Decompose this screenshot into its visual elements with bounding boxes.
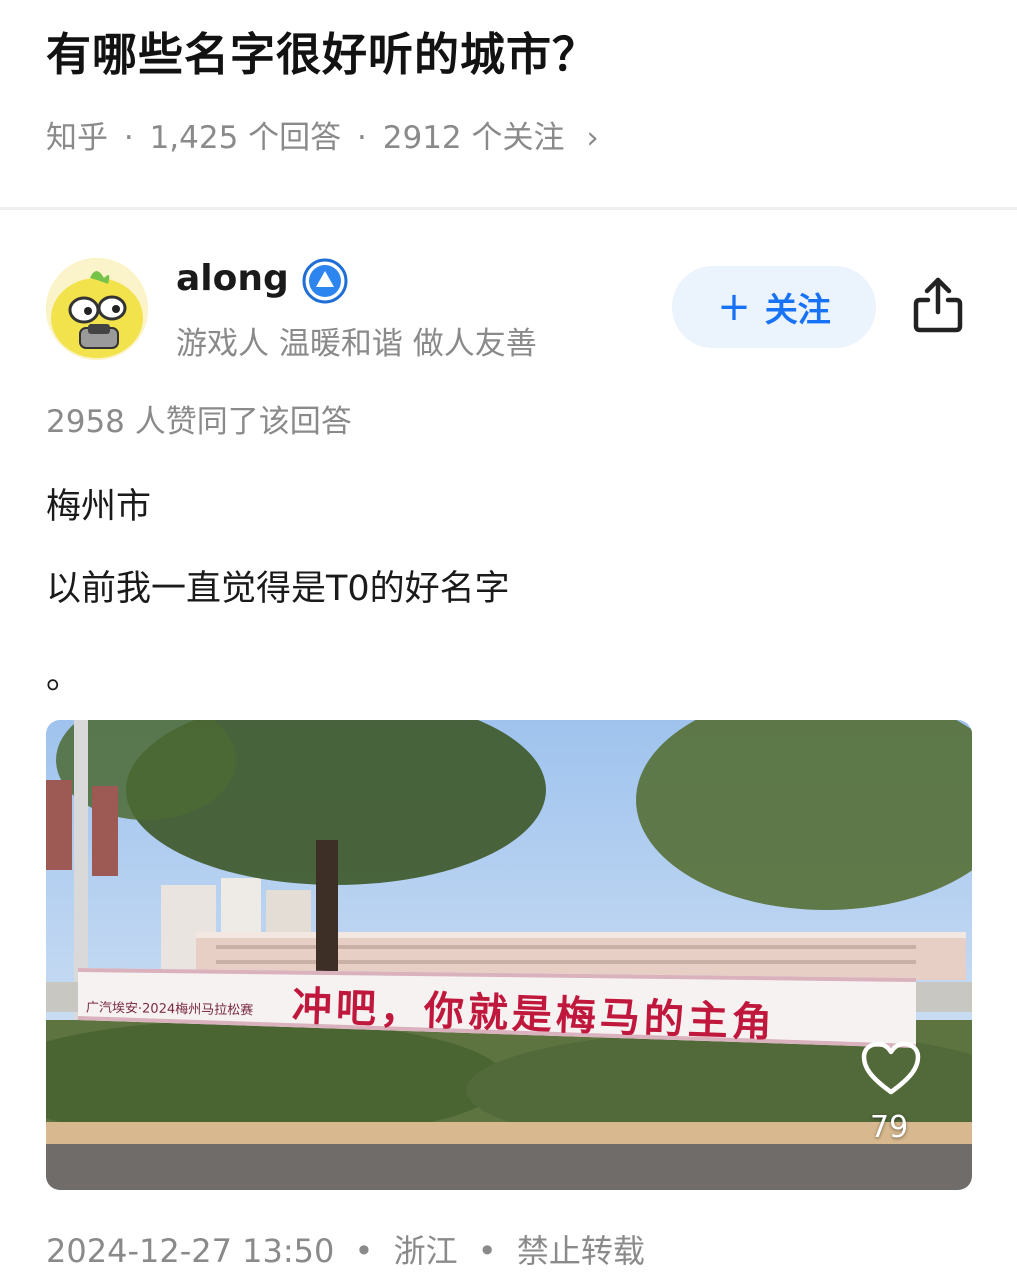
share-icon[interactable] bbox=[908, 274, 968, 336]
plus-icon: + bbox=[717, 284, 751, 330]
copyright-notice: 禁止转载 bbox=[516, 1232, 645, 1270]
meta-dot: • bbox=[477, 1232, 497, 1270]
banner-small-text: 广汽埃安·2024梅州马拉松赛 bbox=[85, 1000, 254, 1019]
question-source: 知乎 bbox=[46, 120, 108, 156]
author-bio: 游戏人 温暖和谐 做人友善 bbox=[176, 326, 537, 362]
like-count: 79 bbox=[870, 1110, 909, 1145]
meta-separator: · bbox=[123, 120, 134, 156]
answer-paragraph: 梅州市 bbox=[46, 487, 152, 527]
question-title[interactable]: 有哪些名字很好听的城市？ bbox=[46, 18, 598, 83]
answer-footer-meta: 2024-12-27 13:50 • 浙江 • 禁止转载 bbox=[46, 1226, 645, 1272]
cartoon-avatar-icon bbox=[46, 258, 148, 360]
section-divider bbox=[0, 207, 1017, 210]
verified-badge-icon bbox=[302, 258, 348, 304]
question-meta[interactable]: 知乎 · 1,425 个回答 · 2912 个关注 › bbox=[46, 112, 599, 157]
answer-count: 1,425 个回答 bbox=[149, 120, 342, 156]
follower-count: 2912 个关注 bbox=[382, 120, 565, 156]
answer-paragraph: 以前我一直觉得是T0的好名字 bbox=[46, 569, 510, 609]
heart-icon[interactable] bbox=[860, 1040, 922, 1096]
author-name[interactable]: along bbox=[176, 258, 289, 299]
follow-label: 关注 bbox=[764, 290, 831, 329]
answer-location: 浙江 bbox=[393, 1232, 458, 1270]
chevron-right-icon: › bbox=[586, 120, 599, 156]
meta-separator: · bbox=[357, 120, 367, 156]
answer-paragraph: 。 bbox=[46, 657, 82, 697]
answer-photo[interactable]: 广汽埃安·2024梅州马拉松赛 冲吧，你就是梅马的主角 bbox=[46, 720, 972, 1190]
answer-date: 2024-12-27 13:50 bbox=[46, 1232, 335, 1270]
avatar[interactable] bbox=[46, 258, 148, 360]
follow-button[interactable]: + 关注 bbox=[672, 266, 876, 348]
vote-count: 2958 人赞同了该回答 bbox=[46, 404, 352, 440]
meta-dot: • bbox=[354, 1232, 374, 1270]
